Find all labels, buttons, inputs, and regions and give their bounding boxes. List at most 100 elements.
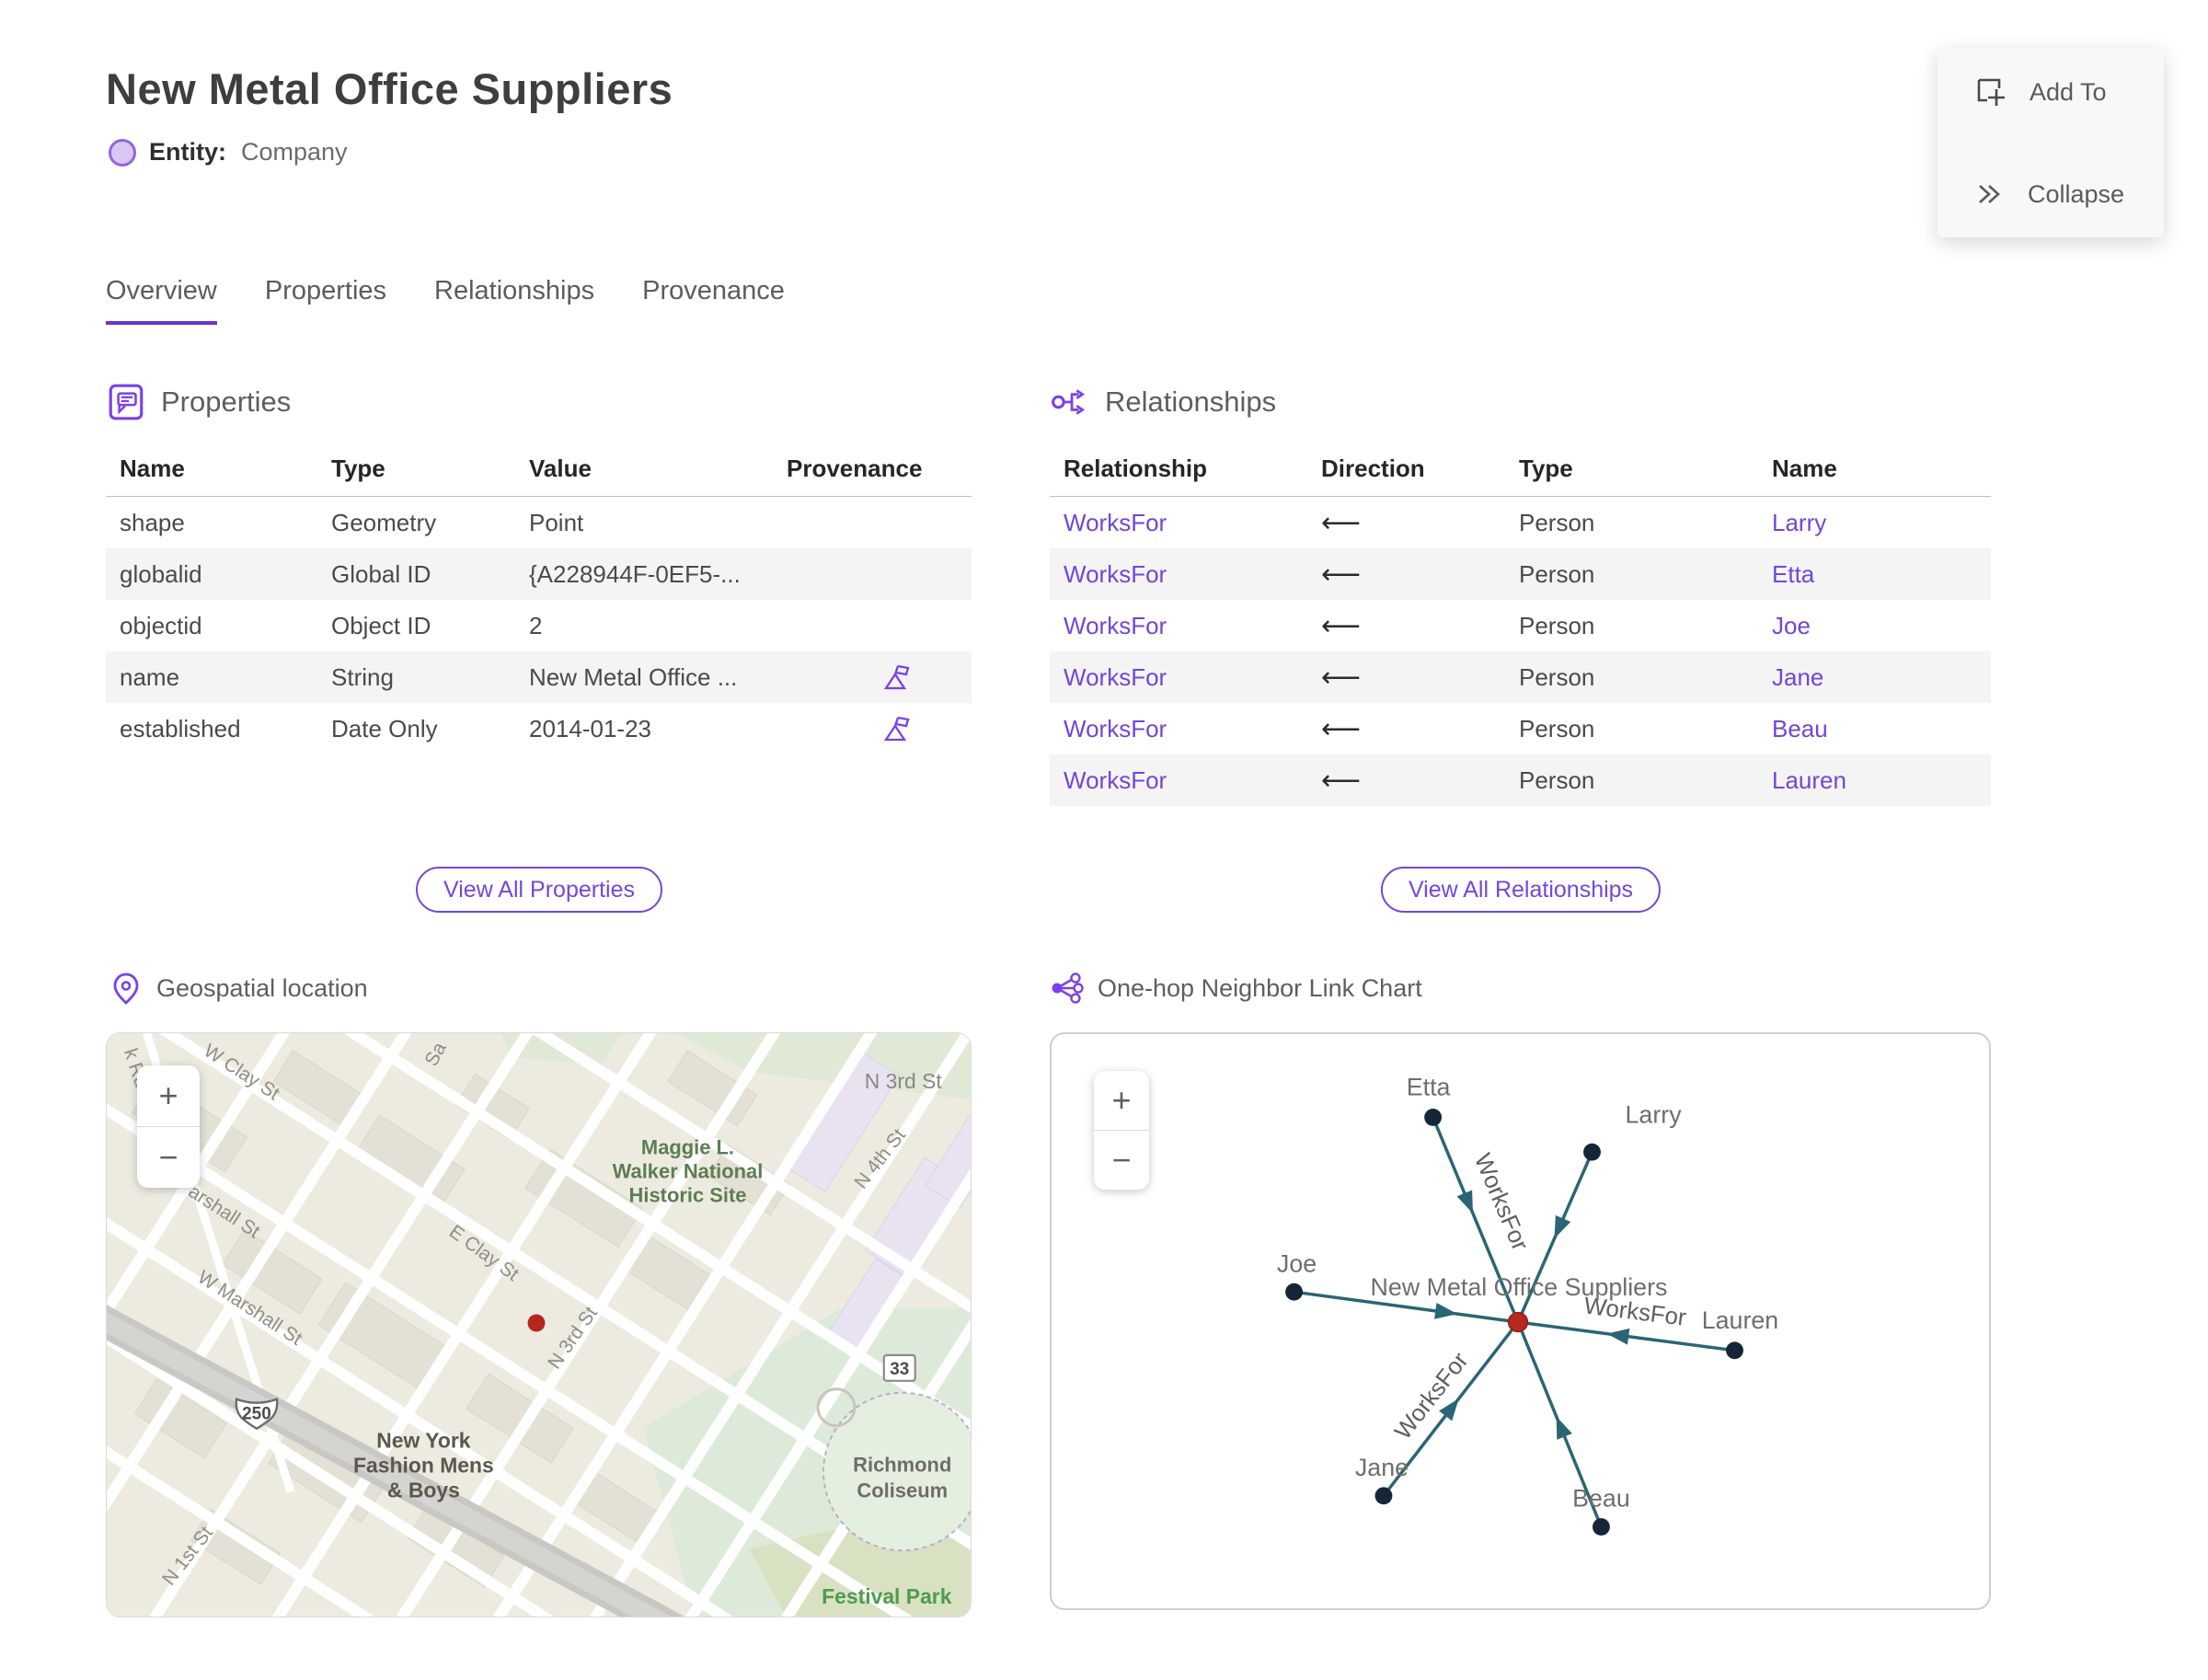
map-label: Coliseum [857,1479,948,1502]
floating-actions-panel: Add To Collapse [1938,48,2164,237]
property-value: 2 [529,611,543,639]
link-chart-node-lauren[interactable] [1726,1341,1743,1360]
collapse-button[interactable]: Collapse [1938,178,2164,210]
node-label: Beau [1572,1485,1630,1513]
provenance-flag-icon[interactable] [883,663,911,691]
link-chart-node-joe[interactable] [1285,1283,1304,1301]
map[interactable]: 250 33 k Rd W Clay St Sa arshall St W Marshall… [106,1032,972,1617]
view-all-properties-button[interactable]: View All Properties [416,867,662,913]
property-type: Geometry [331,508,437,536]
relationship-link[interactable]: WorksFor [1064,766,1321,795]
link-chart[interactable]: WorksFor WorksFor WorksFor Etta Larry Joe Laur… [1050,1032,1991,1610]
properties-table-header: Name Type Value Provenance [106,442,972,497]
col-direction: Direction [1321,455,1425,482]
link-chart-node-larry[interactable] [1583,1143,1601,1161]
tab-bar: Overview Properties Relationships Proven… [106,276,785,325]
entity-type-icon [109,138,136,167]
map-canvas: 25033k Rd W Clay St Saarshall StW Marshall… [107,1033,971,1617]
chart-zoom-in-button[interactable]: + [1094,1071,1149,1131]
link-chart-canvas: WorksForWorksForWorksForEttaLarryJoeLaur… [1277,1074,1778,1536]
relationship-row: WorksFor ⟵ Person Jane [1050,651,1991,703]
relationship-link[interactable]: WorksFor [1064,509,1321,537]
add-to-label: Add To [2030,77,2107,106]
tab-overview[interactable]: Overview [106,276,217,325]
direction-arrow-icon: ⟵ [1321,558,1362,591]
node-label: Joe [1277,1249,1317,1277]
provenance-flag-icon[interactable] [883,715,911,742]
tab-relationships[interactable]: Relationships [434,276,594,325]
add-to-button[interactable]: Add To [1938,75,2164,109]
property-row: name String New Metal Office ... [106,651,972,703]
svg-text:33: 33 [890,1360,909,1379]
relationship-row: WorksFor ⟵ Person Larry [1050,497,1991,548]
route-shield-33: 33 [882,1353,916,1382]
col-relationship: Relationship [1064,455,1208,482]
relationship-row: WorksFor ⟵ Person Etta [1050,548,1991,600]
relationship-link[interactable]: WorksFor [1064,560,1321,589]
properties-table: Name Type Value Provenance shape Geometry… [106,442,972,754]
map-label: Fashion Mens [353,1453,494,1477]
relationship-type: Person [1519,765,1595,794]
property-value: {A228944F-0EF5-... [529,559,741,588]
relationship-link[interactable]: WorksFor [1064,715,1321,743]
view-all-relationships-button[interactable]: View All Relationships [1380,867,1662,913]
col-provenance: Provenance [787,455,923,482]
link-chart-node-etta[interactable] [1424,1108,1443,1126]
relationship-type: Person [1519,559,1595,588]
map-marker[interactable] [527,1314,546,1332]
link-chart-node-beau[interactable] [1592,1518,1610,1536]
property-name: name [120,662,180,691]
edge-arrowhead [1606,1328,1630,1345]
map-label: N 3rd St [865,1069,943,1093]
edge-label: WorksFor [1469,1150,1533,1255]
map-label: & Boys [387,1478,460,1502]
edge-arrowhead [1434,1303,1457,1319]
property-type: String [331,662,394,691]
map-zoom-out-button[interactable]: − [137,1127,200,1188]
property-name: established [120,714,241,742]
map-label: New York [376,1429,471,1453]
relationship-entity-link[interactable]: Joe [1772,612,1991,640]
relationship-type: Person [1519,662,1595,691]
center-node-label: New Metal Office Suppliers [1371,1273,1668,1301]
relationship-entity-link[interactable]: Lauren [1772,766,1991,795]
relationship-type: Person [1519,611,1595,639]
direction-arrow-icon: ⟵ [1321,764,1362,797]
relationship-entity-link[interactable]: Etta [1772,560,1991,589]
tab-properties[interactable]: Properties [265,276,386,325]
chart-zoom-out-button[interactable]: − [1094,1131,1149,1190]
col-name: Name [120,455,185,482]
relationship-link[interactable]: WorksFor [1064,663,1321,692]
collapse-label: Collapse [2028,179,2125,208]
edge-arrowhead [1456,1190,1473,1214]
node-label: Jane [1355,1454,1409,1481]
relationship-entity-link[interactable]: Larry [1772,509,1991,537]
property-type: Object ID [331,611,431,639]
property-provenance [787,715,972,742]
relationship-link[interactable]: WorksFor [1064,612,1321,640]
relationship-entity-link[interactable]: Beau [1772,715,1991,743]
map-zoom-in-button[interactable]: + [137,1065,200,1127]
map-label: Richmond [853,1453,951,1476]
relationship-entity-link[interactable]: Jane [1772,663,1991,692]
relationship-row: WorksFor ⟵ Person Lauren [1050,754,1991,806]
link-chart-center-node[interactable] [1507,1311,1529,1333]
link-chart-section-header: One-hop Neighbor Link Chart [1050,971,1422,1006]
relationships-icon [1052,389,1086,415]
tab-provenance[interactable]: Provenance [642,276,785,325]
property-type: Date Only [331,714,438,742]
property-value: Point [529,508,584,536]
direction-arrow-icon: ⟵ [1321,609,1362,642]
geospatial-section-header: Geospatial location [109,971,368,1006]
col-type: Type [331,455,385,482]
property-type: Global ID [331,559,431,588]
property-row: globalid Global ID {A228944F-0EF5-... [106,548,972,600]
property-row: shape Geometry Point [106,497,972,548]
relationships-section-header: Relationships [1050,382,1276,422]
node-label: Etta [1407,1074,1451,1101]
col-name: Name [1772,455,1837,482]
relationship-row: WorksFor ⟵ Person Joe [1050,600,1991,651]
link-chart-node-jane[interactable] [1374,1487,1393,1505]
relationships-section-title: Relationships [1105,385,1277,418]
chevrons-right-icon [1979,185,2000,203]
